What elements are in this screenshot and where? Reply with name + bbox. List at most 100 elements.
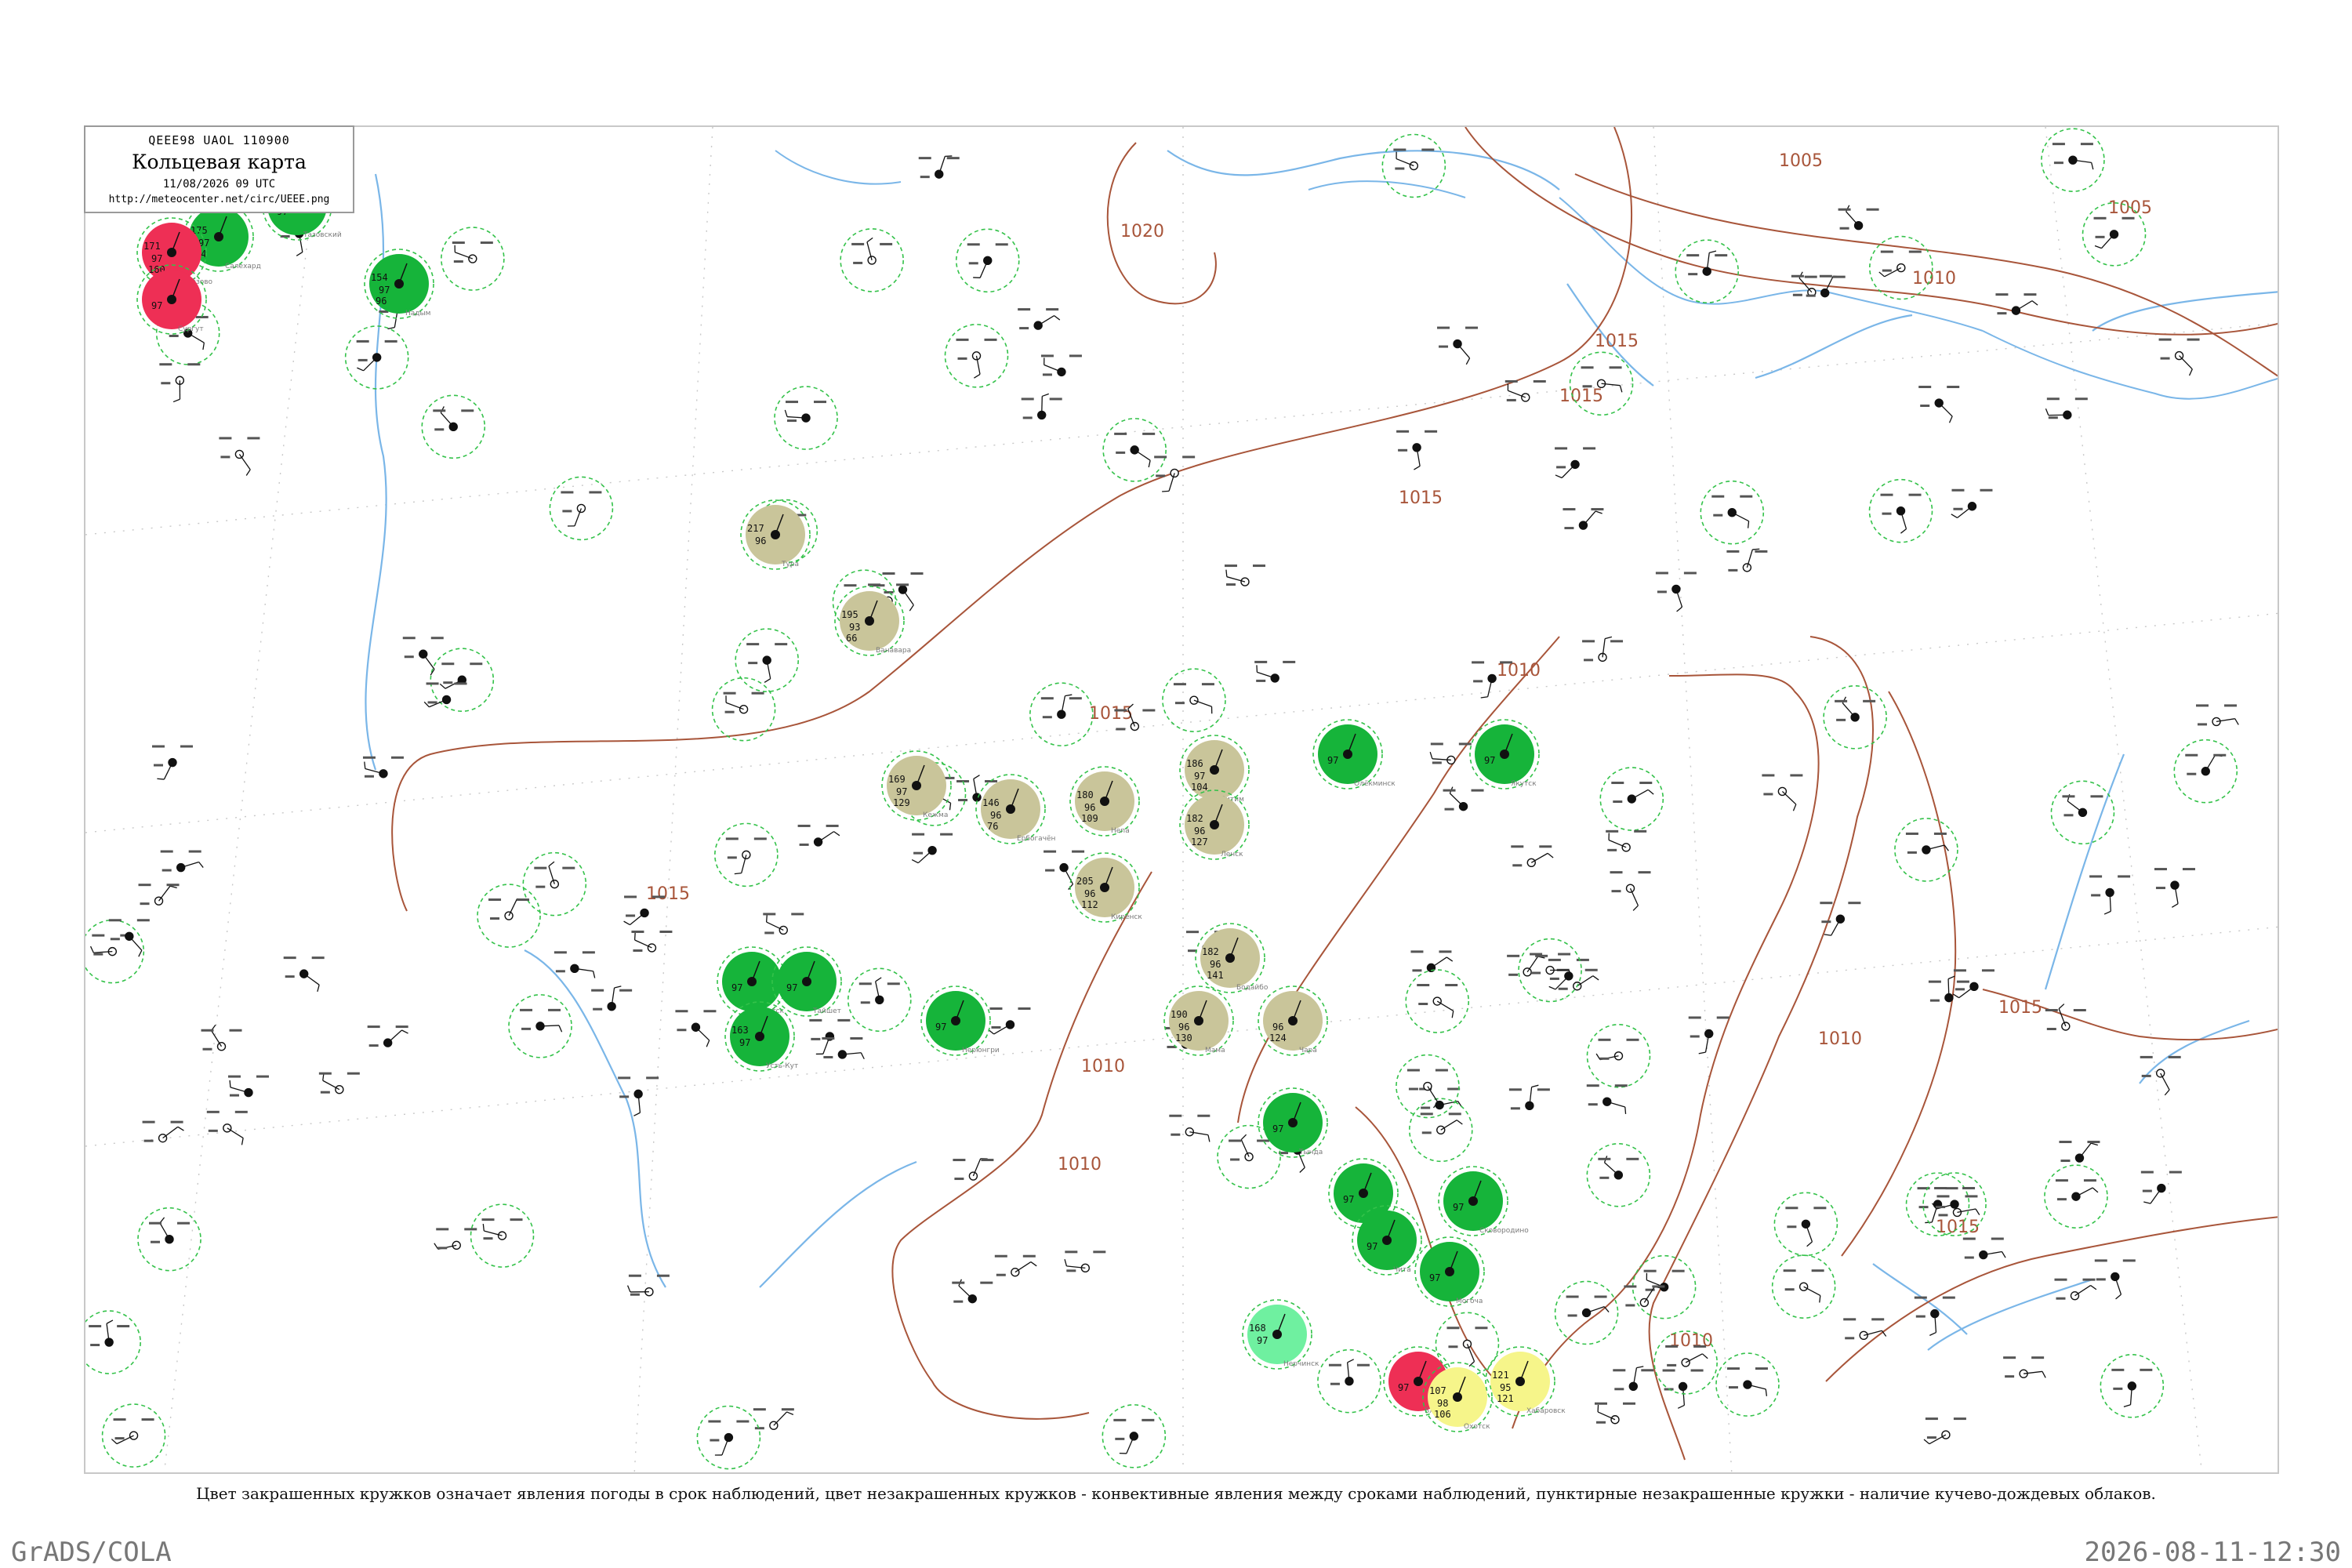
station-plot-green[interactable]: 97 Тында: [1258, 1087, 1328, 1158]
station-glyph: [1437, 326, 1479, 365]
visibility-value: 96: [376, 296, 387, 307]
station-glyph: [441, 227, 505, 291]
value-mark: [2089, 875, 2103, 878]
station-glyph: [2059, 1141, 2100, 1163]
value-mark: [1045, 869, 1055, 872]
station-plot-green[interactable]: 97 Олёкминск: [1312, 719, 1396, 789]
station-plot-olive[interactable]: 190 96130 Мама: [1163, 985, 1234, 1056]
value-mark: [882, 572, 895, 575]
wind-barb-feather: [1480, 696, 1488, 699]
wind-barb-feather: [1632, 905, 1639, 911]
value-mark: [256, 1075, 269, 1078]
value-mark: [1819, 274, 1832, 278]
value-mark: [1947, 386, 1960, 389]
station-glyph: [201, 1024, 242, 1051]
station-plot-green[interactable]: 97 Чита: [1352, 1205, 1422, 1276]
station-plot-red[interactable]: 97 Сургут: [136, 264, 207, 335]
wind-barb-feather: [2143, 1201, 2151, 1204]
cloud-cover-marker: [1681, 1358, 1690, 1367]
value-mark: [427, 701, 437, 704]
wind-barb-feather: [633, 1112, 641, 1116]
station-plot-olive[interactable]: 18697104Витим: [1179, 735, 1250, 805]
value-mark: [283, 956, 296, 960]
wind-barb-feather: [706, 1040, 710, 1047]
value-mark: [1740, 495, 1753, 498]
value-mark: [1330, 1382, 1340, 1385]
value-mark: [2031, 1356, 2045, 1359]
station-plot-yellow[interactable]: 107 98106 Охотск: [1422, 1362, 1493, 1432]
value-mark: [1905, 832, 1918, 835]
wind-barb-feather: [1030, 1261, 1037, 1267]
value-mark: [652, 895, 666, 898]
value-mark: [1444, 808, 1454, 811]
value-mark: [89, 1325, 102, 1328]
map-url[interactable]: http://meteocenter.net/circ/UEEE.png: [85, 194, 353, 205]
value-mark: [481, 1218, 495, 1221]
station-plot-olive[interactable]: 96124 Чара: [1258, 985, 1328, 1056]
value-mark: [775, 643, 788, 646]
wind-barb-feather: [111, 1439, 118, 1445]
value-mark: [1611, 782, 1624, 785]
weather-map[interactable]: 1005 1005 1010 1010 1010 1010 1010 1010 …: [85, 127, 2279, 1474]
station-glyph: [1317, 1348, 1381, 1414]
wind-barb-feather: [2164, 1089, 2170, 1096]
value-mark: [723, 691, 736, 695]
value-mark: [1953, 507, 1963, 510]
value-mark: [2005, 1375, 2015, 1378]
station-glyph: [1675, 239, 1739, 303]
value-mark: [1928, 980, 1941, 983]
value-mark: [1716, 1016, 1730, 1019]
temperature-value: 190: [1171, 1009, 1188, 1020]
station-plot-olive[interactable]: 16997129 Кежма: [881, 750, 952, 821]
station-glyph: [470, 1203, 535, 1268]
value-mark: [1558, 987, 1568, 990]
value-mark: [1418, 1003, 1428, 1006]
station-plot-green[interactable]: 97 Могоча: [1414, 1236, 1485, 1307]
station-glyph: [2158, 338, 2200, 376]
value-mark: [1257, 1139, 1270, 1142]
station-plot-green[interactable]: 97 Сковородино: [1438, 1166, 1529, 1236]
value-mark: [1472, 661, 1485, 664]
station-plot-green[interactable]: 97 Якутск: [1469, 719, 1540, 789]
station-plot-olive[interactable]: 20596112 Киренск: [1069, 852, 1142, 923]
value-mark: [201, 1029, 214, 1032]
value-mark: [1626, 1157, 1639, 1160]
station-plot-olive[interactable]: 180 96109 Непа: [1069, 766, 1140, 837]
value-mark: [1567, 1314, 1577, 1317]
station-plot-olive[interactable]: 146 9676 Ербогачён: [975, 774, 1056, 844]
value-mark: [108, 919, 122, 922]
value-mark: [464, 1228, 477, 1231]
station-glyph: [1169, 1114, 1210, 1142]
station-plot-olive[interactable]: 182 96141 Бодайбо: [1195, 923, 1269, 993]
isobar-label: 1015: [1089, 704, 1133, 724]
value-mark: [490, 917, 500, 920]
value-mark: [1690, 1035, 1700, 1038]
value-mark: [1624, 1285, 1637, 1288]
wind-barb-feather: [2058, 1004, 2065, 1010]
station-plot-olive[interactable]: 195 9366 Ванавара: [834, 586, 911, 656]
value-mark: [1908, 250, 1922, 253]
station-plot-green[interactable]: 97 Тайшет: [771, 946, 842, 1017]
station-plot-yellow[interactable]: 12195121 Хабаровск: [1485, 1346, 1566, 1417]
value-mark: [2052, 143, 2065, 146]
station-glyph: [101, 1403, 166, 1468]
value-mark: [1755, 550, 1768, 553]
wind-barb: [187, 332, 205, 343]
station-plot-green[interactable]: 16397 Усть-Кут: [724, 1001, 798, 1072]
value-mark: [751, 691, 764, 695]
bulletin-code: QEEE98 UAOL 110900: [148, 133, 290, 147]
pressure-value: 96: [1272, 1022, 1283, 1033]
station-plot-lightgreen[interactable]: 16897 Нерчинск: [1242, 1299, 1319, 1370]
value-mark: [910, 572, 924, 575]
station-glyph: [631, 930, 673, 953]
value-mark: [443, 681, 453, 684]
station-plot-olive[interactable]: 21796 Тура: [740, 499, 811, 570]
wind-barb-feather: [1952, 993, 1960, 999]
value-mark: [1530, 953, 1543, 956]
wind-barb: [1530, 852, 1548, 863]
station-plot-green[interactable]: 154 9796 Надым: [364, 249, 434, 319]
station-glyph: [1868, 478, 1933, 543]
station-plot-green[interactable]: 97 Нерюнгри: [920, 985, 1000, 1056]
value-mark: [2140, 1368, 2153, 1371]
value-mark: [920, 176, 930, 179]
